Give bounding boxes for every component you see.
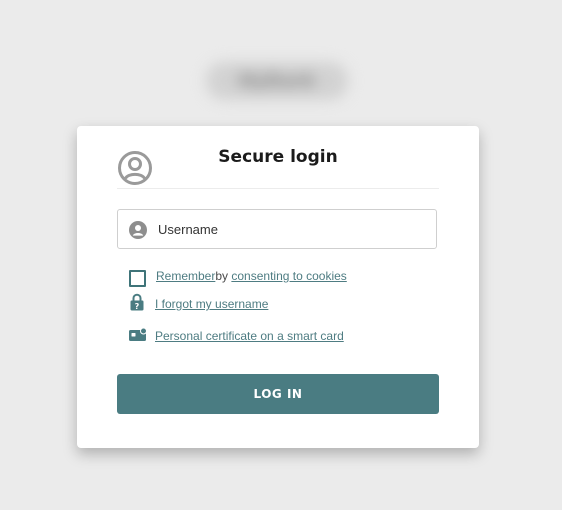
certificate-row: Personal certificate on a smart card: [155, 327, 344, 345]
username-field[interactable]: [117, 209, 437, 249]
login-button[interactable]: LOG IN: [117, 374, 439, 414]
login-card: Secure login Rememberby consenting to co…: [77, 126, 479, 448]
cookies-link[interactable]: consenting to cookies: [231, 269, 346, 283]
forgot-row: I forgot my username: [155, 295, 268, 313]
remember-link[interactable]: Remember: [156, 269, 215, 283]
person-icon: [129, 221, 147, 239]
smartcard-icon: [129, 328, 147, 341]
remember-row: Rememberby consenting to cookies: [156, 267, 347, 285]
svg-text:?: ?: [135, 302, 140, 311]
card-header: Secure login: [117, 146, 439, 189]
brand-logo-text: MyBank: [238, 70, 316, 92]
username-input[interactable]: [158, 210, 428, 248]
brand-logo: MyBank: [206, 62, 348, 100]
certificate-link[interactable]: Personal certificate on a smart card: [155, 329, 344, 343]
forgot-username-link[interactable]: I forgot my username: [155, 297, 268, 311]
page-title: Secure login: [218, 147, 338, 167]
lock-icon: ?: [130, 293, 144, 311]
remember-middle-text: by: [215, 269, 232, 283]
remember-checkbox[interactable]: [129, 270, 146, 287]
